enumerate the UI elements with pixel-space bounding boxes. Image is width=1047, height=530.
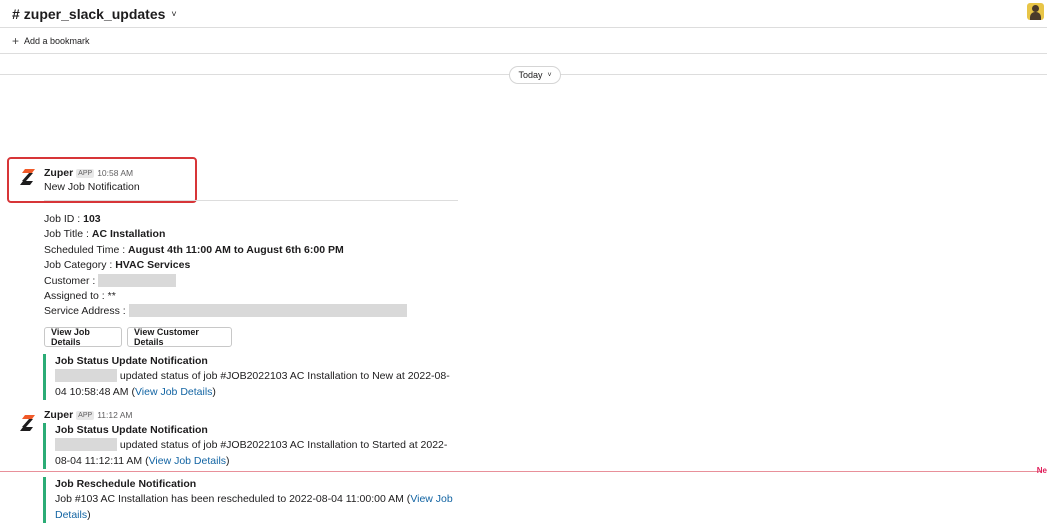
view-job-details-button[interactable]: View Job Details [44, 327, 122, 347]
new-messages-divider [0, 471, 1040, 472]
add-bookmark-label: Add a bookmark [24, 36, 90, 46]
job-details: Job ID : 103 Job Title : AC Installation… [44, 212, 407, 320]
new-messages-label: Ne [1036, 466, 1047, 475]
attachment-line: updated status of job #JOB2022103 AC Ins… [55, 438, 465, 454]
chevron-down-icon: ˅ [547, 71, 552, 79]
attachment-text: 04 10:58:48 AM ( [55, 385, 135, 398]
attachment-line: updated status of job #JOB2022103 AC Ins… [55, 369, 465, 385]
avatar-head [1032, 5, 1039, 12]
attachment-text: ) [87, 508, 91, 521]
view-job-details-link[interactable]: View Job [410, 493, 452, 505]
service-address-row: Service Address : [44, 304, 407, 319]
channel-header[interactable]: # zuper_slack_updates ˅ [12, 4, 177, 24]
attachment-line: Details) [55, 508, 465, 524]
job-title-row: Job Title : AC Installation [44, 227, 407, 242]
job-id-label: Job ID : [44, 213, 84, 225]
scheduled-time-label: Scheduled Time : [44, 243, 129, 256]
redacted-address [128, 304, 407, 318]
highlight-box [7, 157, 197, 203]
attachment-text: ) [226, 454, 230, 467]
assigned-label: Assigned to : [44, 290, 108, 303]
attachment-status-started: Job Status Update Notification updated s… [43, 423, 465, 469]
job-category-label: Job Category : [44, 259, 116, 272]
view-customer-details-button[interactable]: View Customer Details [127, 327, 232, 347]
add-bookmark-button[interactable]: + Add a bookmark [12, 34, 90, 48]
job-title-value: AC Installation [91, 228, 166, 241]
plus-icon: + [12, 34, 20, 48]
date-divider-button[interactable]: Today ˅ [509, 66, 561, 84]
hash-icon: # [12, 6, 20, 22]
attachment-title: Job Status Update Notification [55, 355, 208, 367]
attachment-title: Job Status Update Notification [55, 424, 208, 436]
customer-label: Customer : [44, 274, 99, 287]
attachment-reschedule: Job Reschedule Notification Job #103 AC … [43, 477, 465, 523]
attachment-text: Job #103 AC Installation has been resche… [55, 493, 411, 505]
message-time[interactable]: 11:12 AM [97, 410, 132, 420]
job-title-label: Job Title : [44, 228, 92, 241]
attachment-line: 04 10:58:48 AM (View Job Details) [55, 385, 465, 401]
attachment-text: ) [212, 385, 216, 398]
bookmark-divider [0, 53, 1047, 54]
job-category-row: Job Category : HVAC Services [44, 258, 407, 273]
attachment-text: 08-04 11:12:11 AM ( [55, 454, 149, 467]
job-category-value: HVAC Services [115, 259, 191, 272]
sender-name[interactable]: Zuper [44, 409, 73, 421]
chevron-down-icon[interactable]: ˅ [171, 9, 176, 19]
attachment-text: updated status of job #JOB2022103 AC Ins… [119, 439, 448, 451]
scheduled-time-value: August 4th 11:00 AM to August 6th 6:00 P… [128, 243, 344, 256]
scheduled-time-row: Scheduled Time : August 4th 11:00 AM to … [44, 243, 407, 258]
message-header: Zuper APP 11:12 AM [44, 409, 132, 421]
header-divider [0, 27, 1047, 28]
zuper-logo-icon[interactable] [19, 414, 37, 432]
attachment-text: updated status of job #JOB2022103 AC Ins… [119, 370, 450, 382]
redacted-user [55, 369, 117, 382]
job-id-row: Job ID : 103 [44, 212, 407, 227]
service-address-label: Service Address : [44, 305, 129, 318]
channel-name[interactable]: zuper_slack_updates [24, 6, 166, 22]
redacted-user [55, 438, 117, 451]
redacted-customer [98, 273, 177, 287]
job-id-value: 103 [83, 213, 101, 225]
view-job-details-link[interactable]: View Job Details [149, 455, 226, 467]
assigned-row: Assigned to : ** [44, 289, 407, 304]
message-separator [44, 200, 458, 201]
view-job-details-link[interactable]: Details [55, 509, 87, 521]
attachment-line: Job #103 AC Installation has been resche… [55, 492, 465, 508]
app-badge: APP [76, 411, 95, 420]
attachment-status-new: Job Status Update Notification updated s… [43, 354, 465, 400]
customer-row: Customer : [44, 273, 407, 289]
view-job-details-link[interactable]: View Job Details [135, 386, 212, 398]
user-avatar[interactable] [1027, 3, 1044, 20]
attachment-line: 08-04 11:12:11 AM (View Job Details) [55, 454, 465, 470]
avatar-body [1030, 12, 1041, 20]
assigned-value: ** [107, 290, 116, 303]
attachment-title: Job Reschedule Notification [55, 478, 197, 490]
date-divider-label: Today [518, 70, 543, 80]
